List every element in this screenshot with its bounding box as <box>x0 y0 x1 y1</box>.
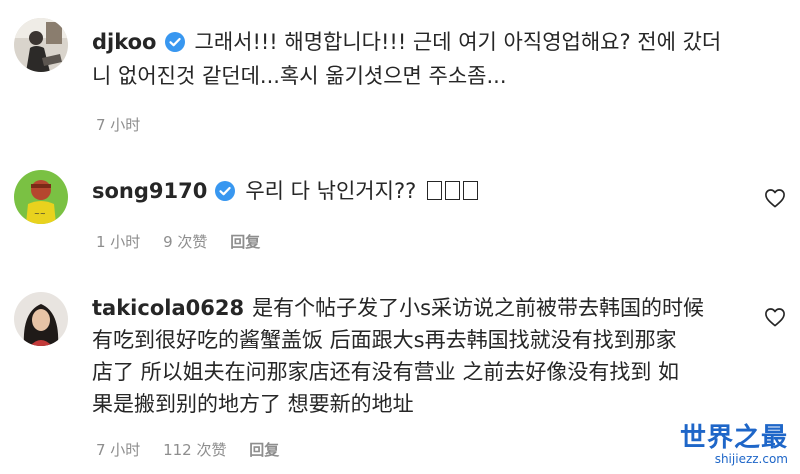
avatar[interactable] <box>14 292 68 346</box>
comment-text: 是有个帖子发了小s采访说之前被带去韩国的时候 <box>252 296 705 320</box>
like-count[interactable]: 9 次赞 <box>163 233 207 251</box>
heart-icon[interactable] <box>764 188 786 208</box>
avatar[interactable]: ~~ <box>14 170 68 224</box>
comment-text: 店了 所以姐夫在问那家店还有没有营业 之前去好像没有找到 如 <box>92 360 680 384</box>
username[interactable]: djkoo <box>92 30 157 54</box>
like-count[interactable]: 112 次赞 <box>163 441 226 459</box>
timestamp: 7 小时 <box>96 116 141 134</box>
watermark-title: 世界之最 <box>679 423 788 453</box>
comment-text: 有吃到很好吃的酱蟹盖饭 后面跟大s再去韩国找就没有找到那家 <box>92 328 677 352</box>
reply-button[interactable]: 回复 <box>249 441 279 459</box>
emoji-glyphs <box>424 179 479 203</box>
heart-icon[interactable] <box>764 307 786 327</box>
reply-button[interactable]: 回复 <box>230 233 260 251</box>
username[interactable]: song9170 <box>92 179 207 203</box>
watermark: 世界之最 shijiezz.com <box>680 424 788 466</box>
comment-text: 그래서!!! 해명합니다!!! 근데 여기 아직영업해요? 전에 갔더 <box>194 30 722 54</box>
verified-badge-icon <box>215 181 236 201</box>
username[interactable]: takicola0628 <box>92 296 244 320</box>
svg-text:~~: ~~ <box>34 210 46 218</box>
timestamp: 7 小时 <box>96 441 141 459</box>
comment-text: 니 없어진것 같던데...혹시 옮기셧으면 주소좀... <box>92 64 507 88</box>
verified-badge-icon <box>164 32 185 52</box>
comment-text: 果是搬到别的地方了 想要新的地址 <box>92 392 414 416</box>
timestamp: 1 小时 <box>96 233 141 251</box>
watermark-url: shijiezz.com <box>714 452 788 466</box>
comment-text: 우리 다 낚인거지?? <box>245 179 417 203</box>
avatar[interactable] <box>14 18 68 72</box>
